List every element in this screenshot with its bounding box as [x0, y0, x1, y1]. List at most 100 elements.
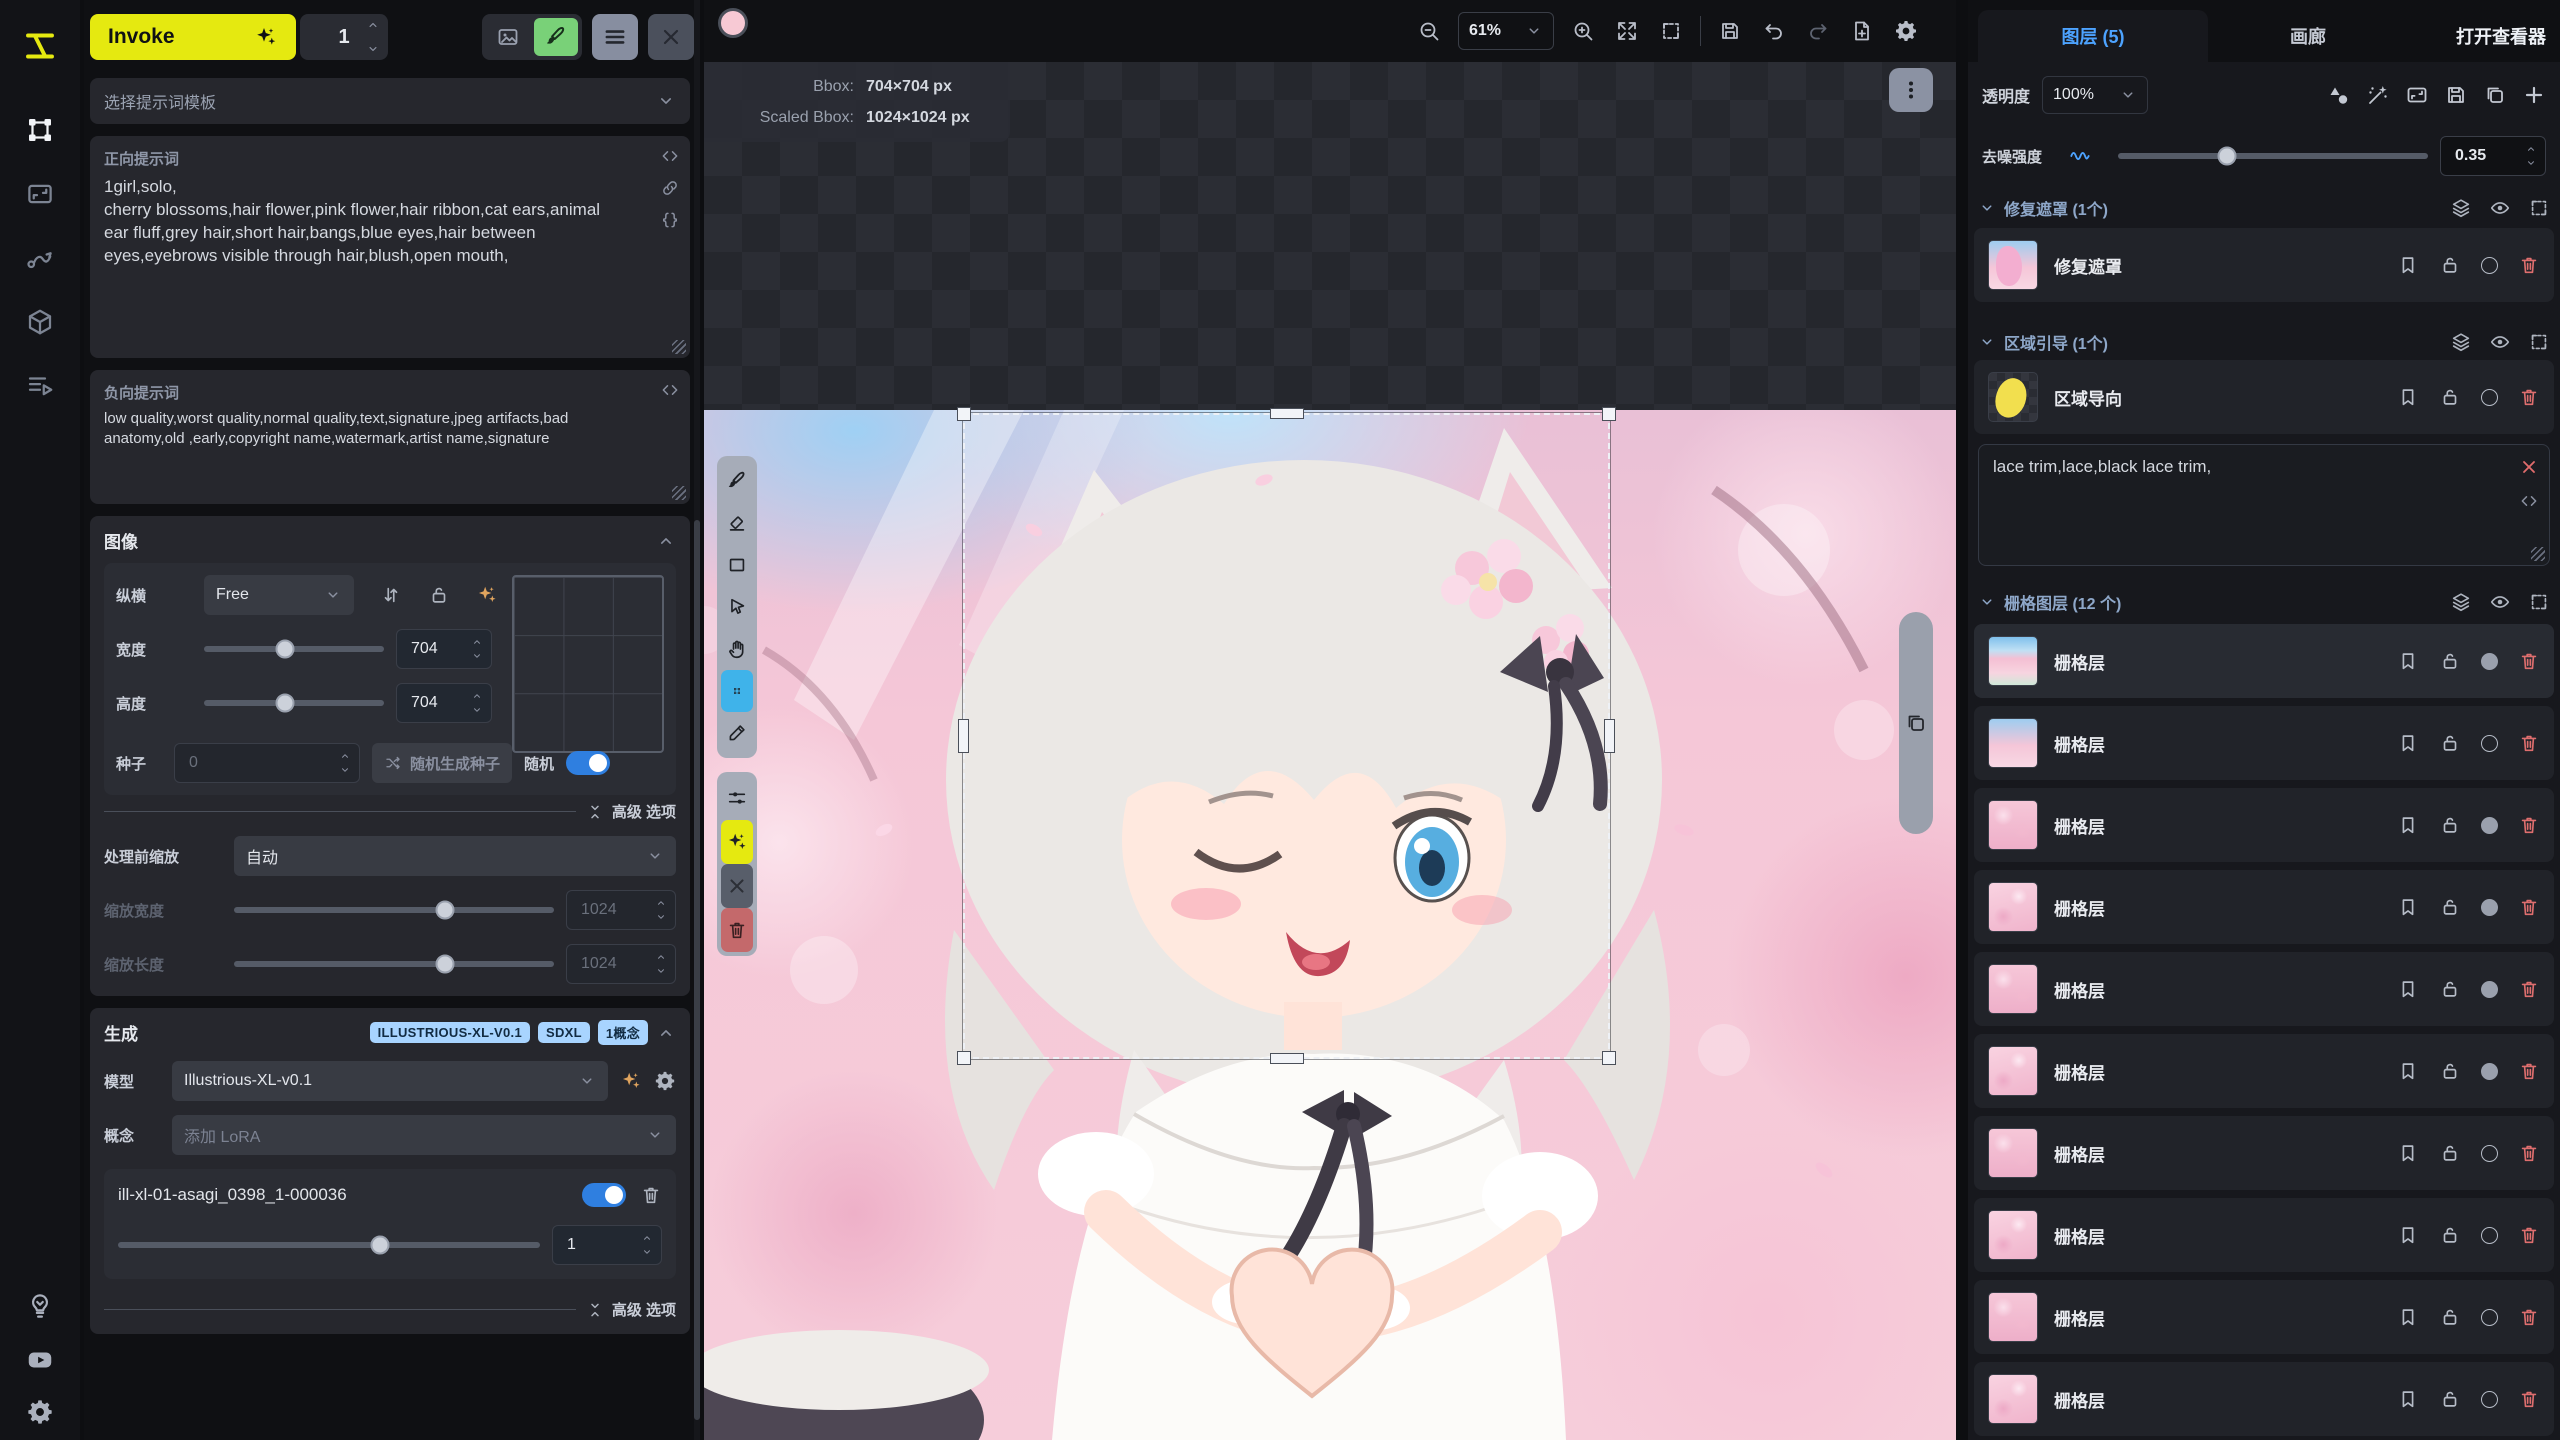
menu-button[interactable] [592, 14, 638, 60]
rail-tab-workflows[interactable] [22, 240, 58, 276]
merge-layers-icon[interactable] [2450, 331, 2472, 353]
delete-layer-icon[interactable] [2518, 650, 2540, 672]
raster-layer-row[interactable]: 栅格层 [1974, 1362, 2554, 1436]
bookmark-icon[interactable] [2397, 1224, 2419, 1246]
zoom-level-select[interactable]: 61% [1458, 12, 1554, 50]
bbox-handle-e[interactable] [1604, 719, 1615, 753]
layer-enabled-toggle[interactable] [2481, 653, 2498, 670]
active-color-swatch[interactable] [718, 8, 748, 38]
lock-icon[interactable] [2439, 254, 2461, 276]
lock-icon[interactable] [2439, 1224, 2461, 1246]
model-default-settings-icon[interactable] [620, 1070, 642, 1092]
optimize-size-icon[interactable] [476, 584, 498, 606]
image-advanced-options[interactable]: 高级 选项 [586, 801, 676, 822]
new-image-layer-button[interactable] [486, 18, 530, 56]
open-viewer-button[interactable]: 打开查看器 [2456, 10, 2546, 62]
bookmark-icon[interactable] [2397, 254, 2419, 276]
rail-tab-queue[interactable] [22, 368, 58, 404]
delete-layer-icon[interactable] [2518, 1060, 2540, 1082]
bbox-handle-s[interactable] [1270, 1053, 1304, 1064]
undo-button[interactable] [1759, 16, 1789, 46]
tool-brush[interactable] [721, 460, 753, 502]
bbox-handle-w[interactable] [958, 719, 969, 753]
layer-enabled-toggle[interactable] [2481, 1227, 2498, 1244]
raster-layer-row[interactable]: 栅格层 [1974, 1034, 2554, 1108]
fit-bbox-button[interactable] [1656, 16, 1686, 46]
zoom-in-button[interactable] [1568, 16, 1598, 46]
lock-icon[interactable] [2439, 732, 2461, 754]
denoise-input[interactable]: 0.35 [2440, 136, 2546, 176]
save-layer-icon[interactable] [2444, 83, 2468, 107]
layer-enabled-toggle[interactable] [2481, 817, 2498, 834]
delete-layer-icon[interactable] [2518, 732, 2540, 754]
invoke-button[interactable]: Invoke [90, 14, 296, 60]
staging-area-handle[interactable] [1899, 612, 1933, 834]
resize-grip[interactable] [672, 486, 686, 500]
bookmark-icon[interactable] [2397, 896, 2419, 918]
visibility-eye-icon[interactable] [2489, 197, 2511, 219]
left-panel-scrollbar[interactable] [694, 0, 700, 1440]
delete-layer-icon[interactable] [2518, 1306, 2540, 1328]
raster-layer-row[interactable]: 栅格层 [1974, 870, 2554, 944]
tool-move[interactable] [721, 586, 753, 628]
generation-bbox[interactable] [963, 413, 1610, 1059]
bbox-handle-nw[interactable] [957, 407, 971, 421]
bbox-handle-se[interactable] [1602, 1051, 1616, 1065]
embedding-code-icon[interactable] [2519, 491, 2539, 511]
tool-delete[interactable] [721, 908, 753, 952]
generation-advanced-options[interactable]: 高级 选项 [586, 1299, 676, 1320]
new-brush-layer-button[interactable] [534, 18, 578, 56]
lock-aspect-icon[interactable] [428, 584, 450, 606]
raster-layer-row[interactable]: 栅格层 [1974, 1280, 2554, 1354]
layer-enabled-toggle[interactable] [2481, 981, 2498, 998]
layer-enabled-toggle[interactable] [2481, 1391, 2498, 1408]
regional-guidance-section-header[interactable]: 区域引导 (1个) [1978, 330, 2550, 354]
bookmark-icon[interactable] [2397, 650, 2419, 672]
canvas-viewport[interactable]: Bbox: 704×704 px Scaled Bbox: 1024×1024 … [704, 62, 1956, 1440]
layer-enabled-toggle[interactable] [2481, 257, 2498, 274]
bbox-handle-ne[interactable] [1602, 407, 1616, 421]
random-seed-toggle[interactable] [566, 751, 610, 775]
queue-count-input[interactable]: 1 [300, 14, 388, 60]
fit-to-canvas-button[interactable] [1612, 16, 1642, 46]
lock-icon[interactable] [2439, 650, 2461, 672]
new-session-button[interactable] [1847, 16, 1877, 46]
collapse-chevron-icon[interactable] [656, 1023, 676, 1043]
layer-enabled-toggle[interactable] [2481, 735, 2498, 752]
rail-tab-upscale[interactable] [22, 176, 58, 212]
delete-layer-icon[interactable] [2518, 896, 2540, 918]
lora-delete-icon[interactable] [640, 1184, 662, 1206]
bookmark-icon[interactable] [2397, 814, 2419, 836]
visibility-eye-icon[interactable] [2489, 591, 2511, 613]
canvas-context-menu-button[interactable] [1889, 68, 1933, 112]
bbox-handle-sw[interactable] [957, 1051, 971, 1065]
model-settings-gear-icon[interactable] [654, 1070, 676, 1092]
scale-before-select[interactable]: 自动 [234, 836, 676, 876]
denoise-slider[interactable] [2118, 153, 2428, 159]
tool-rectangle[interactable] [721, 544, 753, 586]
width-slider[interactable] [204, 646, 384, 652]
tool-cancel[interactable] [721, 864, 753, 908]
layer-shapes-icon[interactable] [2327, 83, 2351, 107]
tab-gallery[interactable]: 画廊 [2228, 10, 2388, 62]
tool-color-picker[interactable] [721, 712, 753, 754]
tool-pan[interactable] [721, 628, 753, 670]
settings-icon[interactable] [22, 1394, 58, 1430]
tool-invoke-region[interactable] [721, 820, 753, 864]
positive-prompt-input[interactable]: 1girl,solo, cherry blossoms,hair flower,… [104, 175, 624, 267]
prompt-template-select[interactable]: 选择提示词模板 [90, 78, 690, 124]
merge-layers-icon[interactable] [2450, 591, 2472, 613]
lock-icon[interactable] [2439, 386, 2461, 408]
width-input[interactable]: 704 [396, 629, 492, 669]
raster-layer-row[interactable]: 栅格层 [1974, 1198, 2554, 1272]
resize-grip[interactable] [672, 340, 686, 354]
zoom-out-button[interactable] [1414, 16, 1444, 46]
whats-new-icon[interactable] [22, 1288, 58, 1324]
model-select[interactable]: Illustrious-XL-v0.1 [172, 1061, 608, 1101]
add-lora-select[interactable]: 添加 LoRA [172, 1115, 676, 1155]
select-frame-icon[interactable] [2528, 197, 2550, 219]
select-frame-icon[interactable] [2528, 331, 2550, 353]
collapse-chevron-icon[interactable] [656, 531, 676, 551]
raster-layers-section-header[interactable]: 栅格图层 (12 个) [1978, 590, 2550, 614]
inpaint-mask-layer-row[interactable]: 修复遮罩 [1974, 228, 2554, 302]
